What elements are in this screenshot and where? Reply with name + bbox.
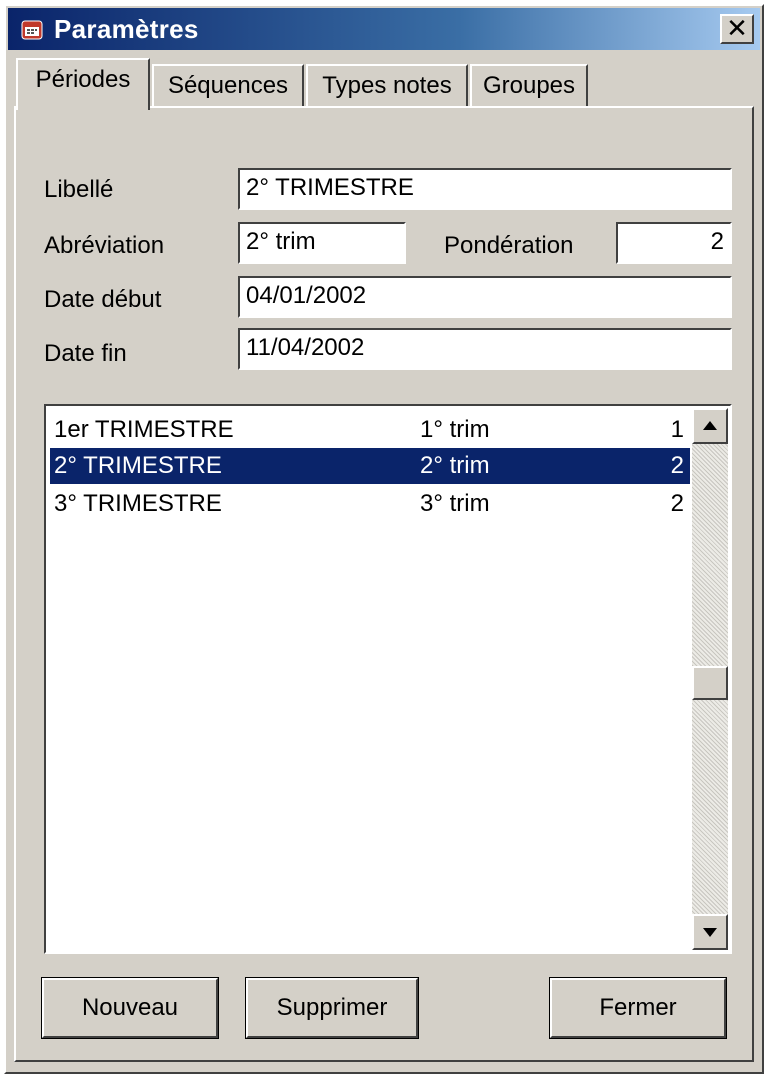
ponderation-input[interactable]: 2 [616,222,732,264]
libelle-input[interactable]: 2° TRIMESTRE [238,168,732,210]
list-item-abreviation: 3° trim [420,490,490,517]
close-icon: ✕ [726,13,748,43]
libelle-label: Libellé [44,176,114,203]
list-item-libelle: 2° TRIMESTRE [54,452,222,479]
periodes-list[interactable]: 1er TRIMESTRE 1° trim 1 2° TRIMESTRE 2° … [44,404,732,954]
tab-label: Séquences [167,72,289,99]
window-title: Paramètres [54,14,199,44]
list-item[interactable]: 1er TRIMESTRE 1° trim 1 [50,412,690,448]
date-fin-input[interactable]: 11/04/2002 [238,328,732,370]
fermer-button[interactable]: Fermer [549,977,727,1039]
parametres-dialog: Paramètres ✕ Périodes Séquences Types no… [4,4,764,1074]
title-bar[interactable]: Paramètres ✕ [8,8,760,50]
tab-sequences[interactable]: Séquences [152,64,304,108]
list-item-selected[interactable]: 2° TRIMESTRE 2° trim 2 [50,448,690,484]
list-item-abreviation: 2° trim [420,452,490,479]
nouveau-button-label: Nouveau [81,994,179,1021]
tab-label: Périodes [35,66,131,93]
tab-periodes[interactable]: Périodes [16,58,150,110]
list-item[interactable]: 3° TRIMESTRE 3° trim 2 [50,486,690,522]
scrollbar-thumb[interactable] [692,666,728,700]
list-item-libelle: 1er TRIMESTRE [54,416,234,443]
list-item-ponderation: 1 [670,416,684,443]
abreviation-input[interactable]: 2° trim [238,222,406,264]
scroll-up-button[interactable] [692,408,728,444]
tab-types-notes[interactable]: Types notes [306,64,468,108]
supprimer-button[interactable]: Supprimer [245,977,419,1039]
date-debut-label: Date début [44,286,162,313]
app-calendar-icon [21,20,43,40]
scroll-down-button[interactable] [692,914,728,950]
tab-groupes[interactable]: Groupes [470,64,588,108]
tab-label: Types notes [322,72,452,99]
list-item-ponderation: 2 [670,452,684,479]
list-item-libelle: 3° TRIMESTRE [54,490,222,517]
nouveau-button[interactable]: Nouveau [41,977,219,1039]
arrow-down-icon [703,928,717,937]
supprimer-button-label: Supprimer [276,994,388,1021]
tab-label: Groupes [482,72,576,99]
arrow-up-icon [703,421,717,430]
ponderation-label: Pondération [444,232,574,259]
list-item-ponderation: 2 [670,490,684,517]
fermer-button-label: Fermer [599,994,677,1021]
date-fin-label: Date fin [44,340,127,367]
list-item-abreviation: 1° trim [420,416,490,443]
vertical-scrollbar[interactable] [692,408,728,950]
close-button[interactable]: ✕ [720,14,754,44]
date-debut-input[interactable]: 04/01/2002 [238,276,732,318]
abreviation-label: Abréviation [44,232,165,259]
